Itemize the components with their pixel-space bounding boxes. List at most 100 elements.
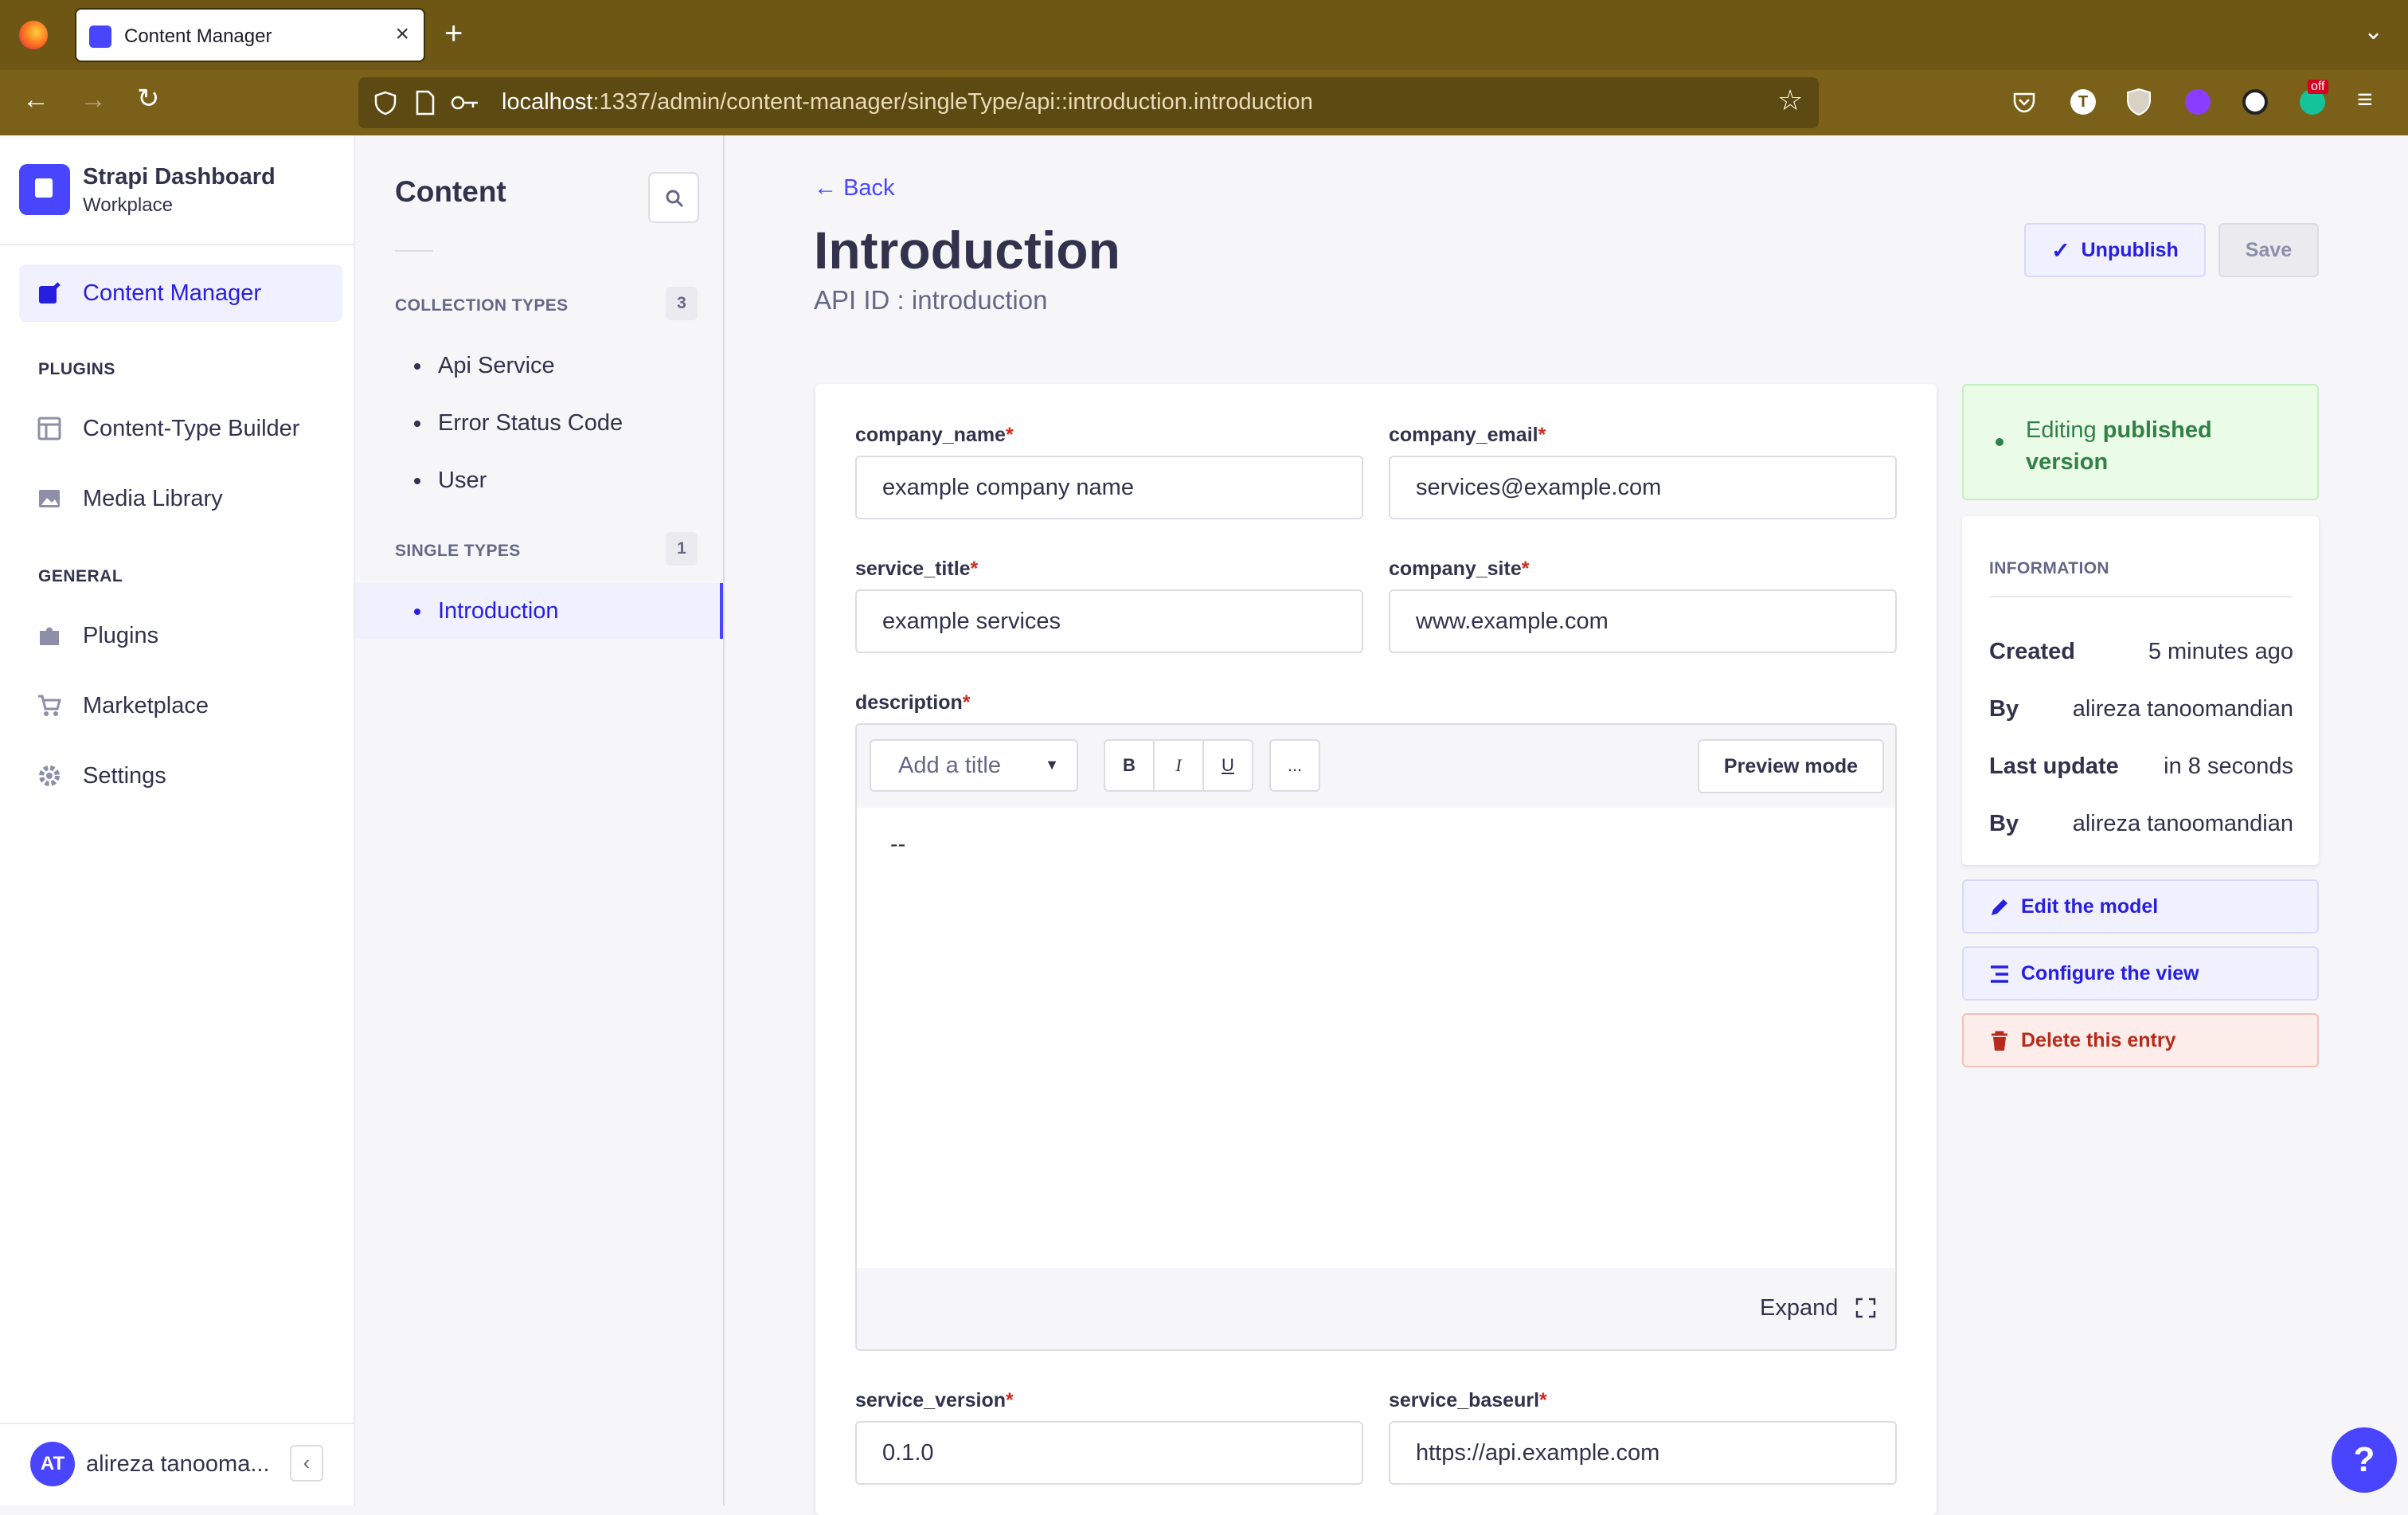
service-baseurl-input[interactable]: https://api.example.com [1389,1421,1897,1485]
collection-types-label: COLLECTION TYPES [395,296,569,315]
nav-content-type-builder-label: Content-Type Builder [83,415,300,441]
last-update-value: in 8 seconds [2164,754,2293,779]
italic-button[interactable]: I [1153,739,1204,792]
heading-select[interactable]: Add a title ▼ [870,739,1078,792]
wordpress-icon[interactable] [2242,89,2268,115]
expand-button[interactable]: Expand [1760,1295,1876,1321]
url-bar[interactable]: localhost:1337/admin/content-manager/sin… [358,77,1819,128]
chevron-left-icon: ‹ [303,1450,311,1474]
nav-plugins-label: Plugins [83,622,159,648]
arrow-left-icon: ← [814,175,844,201]
subnav-divider [395,250,433,252]
edit-model-button[interactable]: Edit the model [1962,879,2319,934]
collapse-sidebar-button[interactable]: ‹ [290,1445,323,1482]
description-editor: Add a title ▼ B I U ... Preview mode -- E… [855,723,1897,1351]
preview-mode-button[interactable]: Preview mode [1698,739,1884,793]
service-title-input[interactable]: example services [855,589,1363,653]
description-label: description* [855,691,971,714]
created-value: 5 minutes ago [2148,639,2293,664]
trash-icon [1992,1031,2007,1051]
content-subnav: Content COLLECTION TYPES 3 Api Service E… [355,135,725,1505]
firefox-icon[interactable] [19,21,48,49]
information-title: INFORMATION [1989,559,2109,577]
layout-icon [37,417,61,440]
key-icon[interactable] [451,92,479,114]
api-id: API ID : introduction [814,285,1048,315]
back-arrow-icon[interactable]: ← [22,84,49,115]
expand-icon [1856,1298,1876,1318]
forward-arrow-icon[interactable]: → [80,84,107,115]
company-name-label: company_name* [855,424,1014,446]
extension-shield-icon[interactable] [2126,88,2152,116]
subnav-item-error-status-code[interactable]: Error Status Code [355,395,723,451]
single-types-label: SINGLE TYPES [395,542,521,560]
created-by-label: By [1989,696,2019,722]
configure-view-button[interactable]: Configure the view [1962,946,2319,1000]
sidebar-divider [0,244,355,245]
nav-plugins[interactable]: Plugins [19,607,342,664]
avatar[interactable]: AT [30,1442,75,1486]
published-status-box: Editing published version [1962,384,2319,500]
tab-list-chevron-icon[interactable]: ⌄ [2363,18,2383,45]
service-version-label: service_version* [855,1389,1014,1411]
updated-by-label: By [1989,811,2019,836]
back-link[interactable]: ← Back [814,175,895,202]
extension-purple-icon[interactable] [2185,89,2211,115]
nav-content-type-builder[interactable]: Content-Type Builder [19,400,342,457]
new-tab-icon[interactable]: + [444,16,463,52]
collection-types-count: 3 [666,287,698,320]
more-options-button[interactable]: ... [1269,739,1320,792]
page-icon[interactable] [414,90,436,115]
service-title-label: service_title* [855,558,979,580]
nav-content-manager-label: Content Manager [83,280,262,306]
company-site-input[interactable]: www.example.com [1389,589,1897,653]
help-button[interactable]: ? [2332,1427,2397,1493]
service-version-input[interactable]: 0.1.0 [855,1421,1363,1485]
subnav-search-button[interactable] [648,172,699,223]
unpublish-button[interactable]: ✓ Unpublish [2024,223,2206,277]
status-dot-icon [1996,438,2003,446]
bold-button[interactable]: B [1104,739,1155,792]
subnav-item-user[interactable]: User [355,452,723,508]
nav-media-library[interactable]: Media Library [19,470,342,527]
caret-down-icon: ▼ [1045,757,1059,773]
reload-icon[interactable]: ↻ [137,83,160,115]
browser-tab-content-manager[interactable]: Content Manager × [75,8,425,62]
delete-entry-button[interactable]: Delete this entry [1962,1013,2319,1067]
nav-marketplace[interactable]: Marketplace [19,677,342,734]
description-textarea[interactable]: -- [857,808,1895,1268]
browser-tab-bar: Content Manager × + ⌄ [0,0,2408,70]
company-name-input[interactable]: example company name [855,456,1363,519]
page-title: Introduction [814,221,1120,280]
pocket-icon[interactable] [2011,89,2037,115]
close-tab-icon[interactable]: × [395,21,409,48]
published-status-text: Editing published version [2026,417,2212,475]
subnav-item-api-service[interactable]: Api Service [355,338,723,393]
strapi-logo-icon [19,164,70,215]
user-name[interactable]: alireza tanooma... [86,1451,270,1478]
shield-icon[interactable] [373,90,398,115]
section-label-plugins: PLUGINS [38,360,115,378]
search-icon [666,190,684,208]
service-baseurl-label: service_baseurl* [1389,1389,1547,1411]
bookmark-star-icon[interactable]: ☆ [1777,84,1803,117]
nav-settings-label: Settings [83,762,166,789]
save-button[interactable]: Save [2218,223,2319,277]
nav-content-manager[interactable]: Content Manager [19,264,342,322]
strapi-favicon-icon [89,25,111,48]
subnav-item-introduction[interactable]: Introduction [355,583,723,639]
company-email-input[interactable]: services@example.com [1389,456,1897,519]
created-by-value: alireza tanoomandian [2072,696,2293,722]
image-icon [39,490,60,507]
underline-button[interactable]: U [1202,739,1253,792]
brand-title: Strapi Dashboard [83,164,276,190]
nav-marketplace-label: Marketplace [83,692,209,718]
url-text: localhost:1337/admin/content-manager/sin… [502,89,1313,115]
menu-hamburger-icon[interactable]: ≡ [2357,84,2373,115]
nav-media-library-label: Media Library [83,485,223,511]
updated-by-value: alireza tanoomandian [2072,811,2293,836]
check-icon: ✓ [2051,237,2070,263]
nav-settings[interactable]: Settings [19,747,342,804]
last-update-label: Last update [1989,754,2119,779]
extension-t-icon[interactable]: T [2070,89,2096,115]
